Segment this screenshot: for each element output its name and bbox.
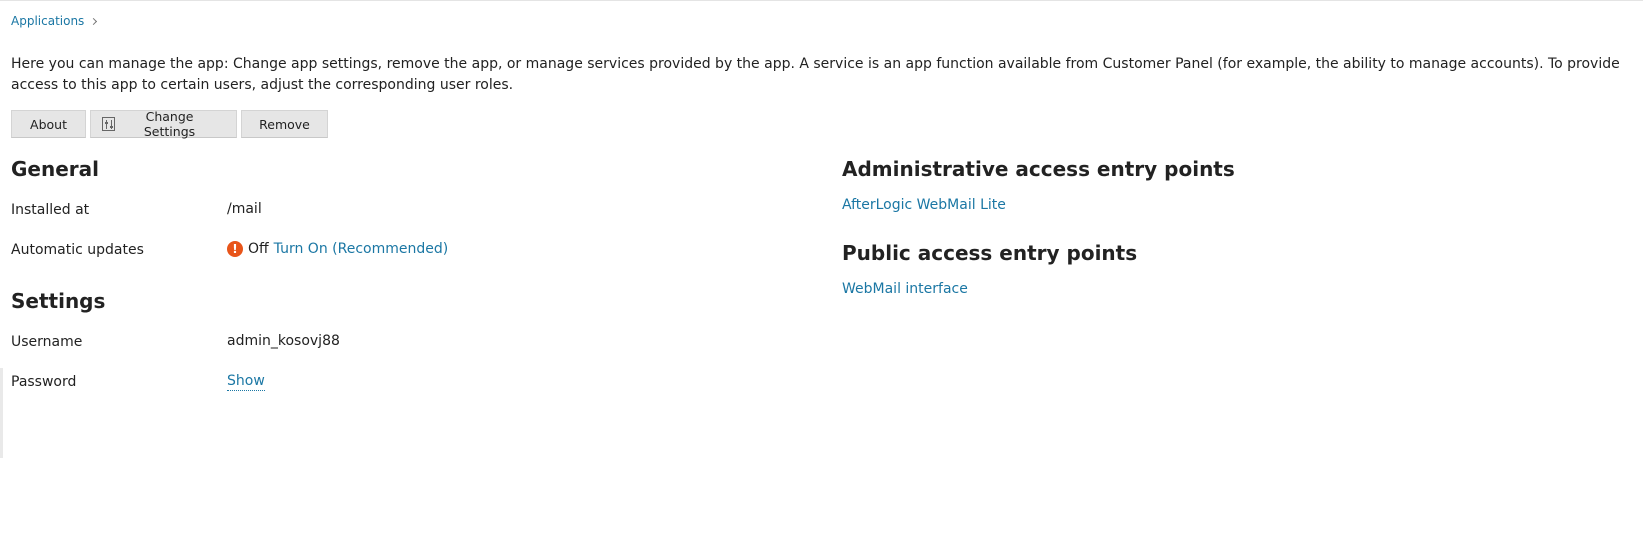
automatic-updates-label: Automatic updates: [11, 242, 144, 258]
installed-at-value: /mail: [227, 201, 262, 217]
chevron-right-icon: [90, 17, 98, 26]
app-management-page: Applications Here you can manage the app…: [0, 0, 1643, 555]
breadcrumb: Applications: [11, 14, 98, 28]
username-value: admin_kosovj88: [227, 333, 340, 349]
toolbar: About Change Settings Remove: [11, 109, 328, 139]
public-entry-points-title: Public access entry points: [842, 241, 1138, 265]
remove-button-label: Remove: [259, 116, 310, 132]
about-button[interactable]: About: [11, 110, 86, 138]
admin-entry-point-link[interactable]: AfterLogic WebMail Lite: [842, 197, 1006, 213]
change-settings-button-label: Change Settings: [143, 109, 196, 139]
turn-on-updates-link[interactable]: Turn On (Recommended): [274, 241, 449, 257]
password-value: Show: [227, 373, 265, 391]
intro-text: Here you can manage the app: Change app …: [11, 56, 1620, 93]
automatic-updates-value: ! Off Turn On (Recommended): [227, 241, 448, 257]
about-button-label: About: [30, 116, 67, 132]
password-label: Password: [11, 374, 77, 390]
top-divider: [0, 0, 1643, 1]
username-label: Username: [11, 334, 83, 350]
breadcrumb-applications-link[interactable]: Applications: [11, 14, 84, 28]
settings-section-title: Settings: [11, 289, 106, 313]
public-entry-point-link[interactable]: WebMail interface: [842, 281, 968, 297]
left-edge-marker: [0, 368, 3, 458]
general-section-title: General: [11, 157, 99, 181]
change-settings-button[interactable]: Change Settings: [90, 109, 237, 139]
show-password-link[interactable]: Show: [227, 373, 265, 391]
automatic-updates-status: Off: [248, 241, 269, 257]
admin-entry-points-title: Administrative access entry points: [842, 157, 1235, 181]
warning-icon: !: [227, 241, 243, 257]
installed-at-label: Installed at: [11, 202, 90, 218]
remove-button[interactable]: Remove: [241, 110, 328, 138]
settings-sliders-icon: [102, 117, 116, 131]
